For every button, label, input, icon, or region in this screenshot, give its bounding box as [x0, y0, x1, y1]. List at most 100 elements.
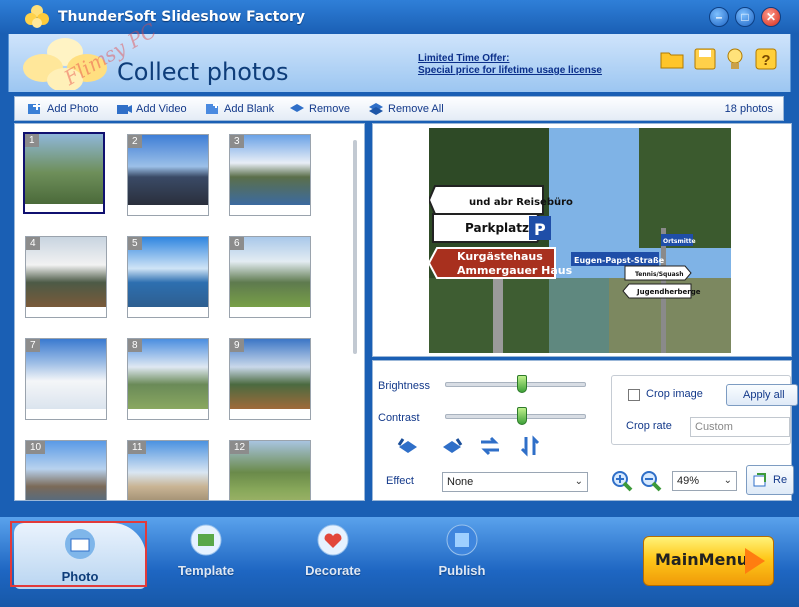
add-blank-button[interactable]: Add Blank	[204, 101, 274, 117]
crop-rate-label: Crop rate	[626, 420, 672, 432]
effect-value: None	[447, 476, 474, 488]
play-arrow-icon	[745, 548, 765, 574]
flip-horizontal-icon[interactable]	[479, 435, 501, 457]
rotate-left-icon[interactable]	[397, 435, 419, 457]
zoom-in-icon[interactable]	[611, 470, 633, 492]
remove-button[interactable]: Remove	[289, 101, 350, 117]
thumbnail-number: 2	[128, 135, 142, 148]
offer-line-2[interactable]: Special price for lifetime usage license	[418, 65, 602, 77]
apply-all-button[interactable]: Apply all	[726, 384, 798, 406]
brightness-label: Brightness	[378, 380, 430, 392]
add-blank-label: Add Blank	[224, 103, 275, 115]
maximize-button[interactable]: □	[735, 7, 755, 27]
effect-dropdown[interactable]: None ⌄	[442, 472, 588, 492]
thumbnail-7[interactable]: 7	[25, 338, 107, 420]
tab-publish-label: Publish	[438, 563, 486, 578]
zoom-dropdown[interactable]: 49% ⌄	[672, 471, 737, 491]
thumbnail-4[interactable]: 4	[25, 236, 107, 318]
window-title: ThunderSoft Slideshow Factory	[58, 9, 305, 25]
tab-publish[interactable]: Publish	[402, 523, 522, 589]
rotate-right-icon[interactable]	[441, 435, 463, 457]
thumbnail-number: 3	[230, 135, 244, 148]
thumbnail-8[interactable]: 8	[127, 338, 209, 420]
brightness-slider[interactable]	[445, 375, 586, 393]
crop-image-checkbox[interactable]	[628, 389, 640, 401]
thumbnail-grid: 1 2 3 4 5 6 7 8 9 10 11 12	[14, 123, 365, 501]
crop-group: Crop image Apply all Crop rate Custom	[611, 375, 798, 445]
help-icon[interactable]: ?	[753, 46, 779, 72]
grid-scrollbar[interactable]	[353, 140, 357, 354]
sign-7: Jugendherberge	[636, 288, 701, 296]
thumbnail-5[interactable]: 5	[127, 236, 209, 318]
thumbnail-number: 5	[128, 237, 142, 250]
save-icon[interactable]	[692, 46, 718, 72]
offer-line-1[interactable]: Limited Time Offer:	[418, 53, 602, 65]
thumbnail-number: 10	[26, 441, 46, 454]
main-menu-label: MainMenu	[655, 550, 749, 569]
image-controls: Brightness Contrast Effect None ⌄ Crop i…	[372, 360, 798, 501]
contrast-label: Contrast	[378, 412, 420, 424]
folder-icon[interactable]	[659, 46, 685, 72]
sign-6: Tennis/Squash	[635, 271, 684, 278]
tab-template[interactable]: Template	[146, 523, 266, 589]
remove-label: Remove	[309, 103, 350, 115]
preview-image: und abr Reisebüro Parkplatz P Kurgästeha…	[429, 128, 731, 353]
remove-all-icon	[369, 103, 383, 115]
add-photo-label: Add Photo	[47, 103, 99, 115]
tab-decorate[interactable]: Decorate	[273, 523, 393, 589]
sign-5: Ortsmitte	[663, 238, 696, 245]
zoom-out-icon[interactable]	[640, 470, 662, 492]
thumbnail-10[interactable]: 10	[25, 440, 107, 500]
add-blank-icon	[206, 102, 219, 114]
main-menu-button[interactable]: MainMenu	[643, 536, 774, 586]
crop-rate-dropdown[interactable]: Custom	[690, 417, 790, 437]
thumbnail-number: 4	[26, 237, 40, 250]
decorate-icon	[317, 524, 349, 556]
remove-all-button[interactable]: Remove All	[368, 101, 444, 117]
add-photo-button[interactable]: Add Photo	[27, 101, 98, 117]
thumbnail-number: 11	[128, 441, 147, 454]
publish-icon	[446, 524, 478, 556]
sign-3a: Kurgästehaus	[457, 250, 543, 263]
thumbnail-12[interactable]: 12	[229, 440, 311, 500]
thumbnail-11[interactable]: 11	[127, 440, 209, 500]
remove-all-label: Remove All	[388, 103, 444, 115]
offer-link[interactable]: Limited Time Offer: Special price for li…	[418, 53, 602, 77]
tab-decorate-label: Decorate	[305, 563, 361, 578]
contrast-slider[interactable]	[445, 407, 586, 425]
brightness-slider-thumb[interactable]	[517, 375, 527, 393]
thumbnail-number: 6	[230, 237, 244, 250]
lightbulb-icon[interactable]	[722, 46, 748, 72]
crop-image-label[interactable]: Crop image	[646, 388, 703, 400]
chevron-down-icon: ⌄	[574, 476, 583, 487]
reset-label: Re	[773, 474, 788, 486]
thumbnail-1[interactable]: 1	[23, 132, 105, 214]
close-button[interactable]: ✕	[761, 7, 781, 27]
thumbnail-6[interactable]: 6	[229, 236, 311, 318]
thumbnail-number: 12	[230, 441, 250, 454]
crop-rate-value: Custom	[695, 421, 733, 433]
svg-text:?: ?	[761, 52, 770, 69]
thumbnail-number: 1	[25, 134, 39, 147]
add-photo-icon	[28, 102, 41, 114]
sign-2-p: P	[534, 220, 546, 239]
flip-vertical-icon[interactable]	[519, 435, 541, 457]
template-icon	[190, 524, 222, 556]
reset-button[interactable]: Re	[746, 465, 794, 495]
thumbnail-number: 8	[128, 339, 142, 352]
thumbnail-3[interactable]: 3	[229, 134, 311, 216]
remove-icon	[290, 104, 304, 112]
thumbnail-2[interactable]: 2	[127, 134, 209, 216]
thumbnail-9[interactable]: 9	[229, 338, 311, 420]
preview-panel: und abr Reisebüro Parkplatz P Kurgästeha…	[372, 123, 792, 357]
thumbnail-number: 9	[230, 339, 244, 352]
sign-1: und abr Reisebüro	[469, 197, 573, 208]
chevron-down-icon: ⌄	[723, 475, 732, 486]
tab-template-label: Template	[177, 563, 235, 578]
contrast-slider-thumb[interactable]	[517, 407, 527, 425]
app-logo-icon	[25, 5, 49, 28]
minimize-button[interactable]: –	[709, 7, 729, 27]
active-tab-highlight	[10, 521, 147, 587]
add-video-button[interactable]: Add Video	[116, 101, 187, 117]
photo-toolbar: Add Photo Add Video Add Blank Remove Rem…	[14, 96, 784, 121]
